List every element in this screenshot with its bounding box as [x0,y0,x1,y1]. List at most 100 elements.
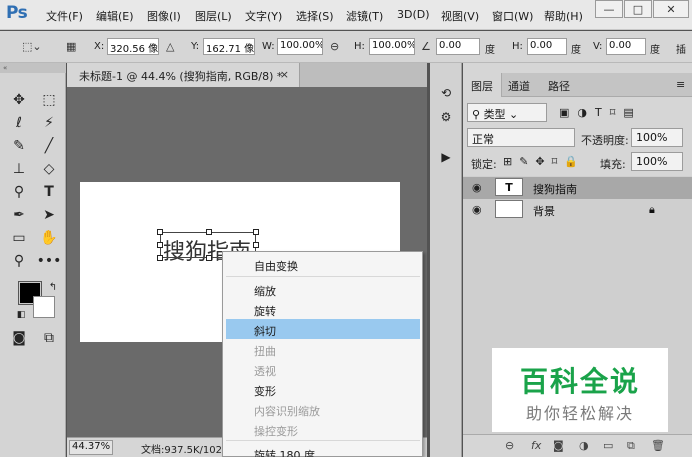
tab-channels[interactable]: 通道 [500,73,538,97]
menu-image[interactable]: 图像(I) [147,8,181,24]
background-color-swatch[interactable] [33,296,55,318]
screen-mode-icon[interactable]: ⧉ [38,328,60,348]
interpolation-label[interactable]: 插 [676,41,686,56]
menu-edit[interactable]: 编辑(E) [96,8,134,24]
transform-handle[interactable] [253,229,259,235]
document-info[interactable]: 文档:937.5K/1023 [141,441,228,456]
properties-panel-icon[interactable]: ⚙ [436,107,456,127]
vskew-input[interactable]: 0.00 [606,38,646,55]
marquee-tool-icon[interactable]: ⬚ [38,90,60,110]
panel-menu-icon[interactable]: ≡ [668,73,692,97]
layer-row-text[interactable]: ◉ T 搜狗指南 [463,177,692,199]
zoom-input[interactable]: 44.37% [69,440,113,455]
magic-wand-tool-icon[interactable]: ⚡ [38,113,60,133]
menu-item-scale[interactable]: 缩放 [226,279,420,299]
document-tab[interactable]: 未标题-1 @ 44.4% (搜狗指南, RGB/8) * × [67,63,300,87]
adjustment-icon[interactable]: ◑ [579,439,589,452]
layer-name[interactable]: 搜狗指南 [533,181,577,197]
menu-layer[interactable]: 图层(L) [195,8,232,24]
angle-input[interactable]: 0.00 [436,38,480,55]
hskew-input[interactable]: 0.00 [527,38,567,55]
group-icon[interactable]: ▭ [603,439,613,452]
dodge-tool-icon[interactable]: ⚲ [8,182,30,202]
mask-icon[interactable]: ◙ [553,439,564,452]
lock-label: 锁定: [471,158,497,171]
pen-tool-icon[interactable]: ✒ [8,205,30,225]
quick-mask-icon[interactable]: ◙ [8,328,30,348]
layer-row-background[interactable]: ◉ 背景 🔒︎ [463,199,692,221]
menu-help[interactable]: 帮助(H) [544,8,583,24]
link-layers-icon[interactable]: ⊖ [505,439,514,452]
menu-type[interactable]: 文字(Y) [245,8,282,24]
layer-name[interactable]: 背景 [533,203,555,219]
hand-tool-icon[interactable]: ✋ [38,228,60,248]
fill-input[interactable]: 100% [631,152,683,171]
default-colors-icon[interactable]: ◧ [10,305,32,325]
menu-window[interactable]: 窗口(W) [492,8,533,24]
x-input[interactable]: 320.56 像素 [107,38,159,55]
text-layer-thumb: T [495,178,523,196]
relative-position-icon[interactable]: △ [166,40,174,53]
history-panel-icon[interactable]: ⟲ [436,83,456,103]
transform-handle[interactable] [253,242,259,248]
type-tool-icon[interactable]: T [38,182,60,202]
transform-handle[interactable] [157,229,163,235]
menu-item-rotate[interactable]: 旋转 [226,299,420,319]
blend-mode-select[interactable]: 正常 [467,128,575,147]
tab-paths[interactable]: 路径 [540,73,578,97]
eyedropper-tool-icon[interactable]: ✎ [8,136,30,156]
swap-colors-icon[interactable]: ↰ [42,277,64,297]
tab-layers[interactable]: 图层 [463,73,502,97]
lock-icons[interactable]: ⊞✎✥⌑🔒 [503,155,585,168]
menu-3d[interactable]: 3D(D) [397,8,430,21]
menu-item-rotate-180[interactable]: 旋转 180 度 [226,443,420,457]
menu-item-skew[interactable]: 斜切 [226,319,420,339]
trash-icon[interactable]: 🗑︎ [651,439,665,452]
zoom-tool-icon[interactable]: ⚲ [8,251,30,271]
menu-item-distort: 扭曲 [254,345,276,358]
close-icon[interactable]: × [280,68,289,81]
actions-panel-icon[interactable]: ▶ [436,147,456,167]
menu-filter[interactable]: 滤镜(T) [346,8,383,24]
eye-icon[interactable]: ◉ [472,181,482,194]
new-layer-icon[interactable]: ⧉ [627,439,635,453]
link-icon[interactable]: ⊖ [330,40,339,53]
move-tool-icon[interactable]: ✥ [8,90,30,110]
transform-handle[interactable] [157,255,163,261]
menu-item-warp[interactable]: 变形 [226,379,420,399]
fx-icon[interactable]: fx [531,439,541,452]
close-button[interactable]: ✕ [653,0,689,18]
menu-select[interactable]: 选择(S) [296,8,334,24]
transform-handle[interactable] [206,229,212,235]
transform-handle[interactable] [206,255,212,261]
filter-icons[interactable]: ▣◑T⌑▤ [559,106,642,119]
reference-point-icon[interactable]: ▦ [66,40,76,53]
menu-item-free-transform[interactable]: 自由变换 [226,254,420,274]
lock-row: 锁定: ⊞✎✥⌑🔒 填充: 100% [463,152,692,174]
height-input[interactable]: 100.00% [369,38,415,55]
width-input[interactable]: 100.00% [277,38,323,55]
more-tools-icon[interactable]: ••• [37,251,62,271]
w-label: W: [262,41,275,52]
opacity-label: 不透明度: [581,134,629,147]
rectangle-tool-icon[interactable]: ▭ [8,228,30,248]
maximize-button[interactable]: □ [624,0,652,18]
close-icon: ✕ [666,2,676,16]
transform-handle[interactable] [157,242,163,248]
minimize-button[interactable]: — [595,0,623,18]
toolbar-collapse-icon[interactable]: « [0,63,66,73]
eraser-tool-icon[interactable]: ◇ [38,159,60,179]
context-menu: 自由变换 缩放 旋转 斜切 扭曲 透视 变形 内容识别缩放 操控变形 旋转 18… [222,251,423,457]
lasso-tool-icon[interactable]: ℓ [8,113,30,133]
tool-preset-icon[interactable]: ⬚⌄ [22,40,42,53]
menu-file[interactable]: 文件(F) [46,8,83,24]
brush-tool-icon[interactable]: ╱ [38,136,60,156]
stamp-tool-icon[interactable]: ⊥ [8,159,30,179]
menu-view[interactable]: 视图(V) [441,8,479,24]
eye-icon[interactable]: ◉ [472,203,482,216]
path-select-tool-icon[interactable]: ➤ [38,205,60,225]
y-input[interactable]: 162.71 像素 [203,38,255,55]
layers-footer: ⊖ fx ◙ ◑ ▭ ⧉ 🗑︎ [463,434,692,457]
filter-kind-select[interactable]: ⚲ 类型 ⌄ [467,103,547,122]
opacity-input[interactable]: 100% [631,128,683,147]
